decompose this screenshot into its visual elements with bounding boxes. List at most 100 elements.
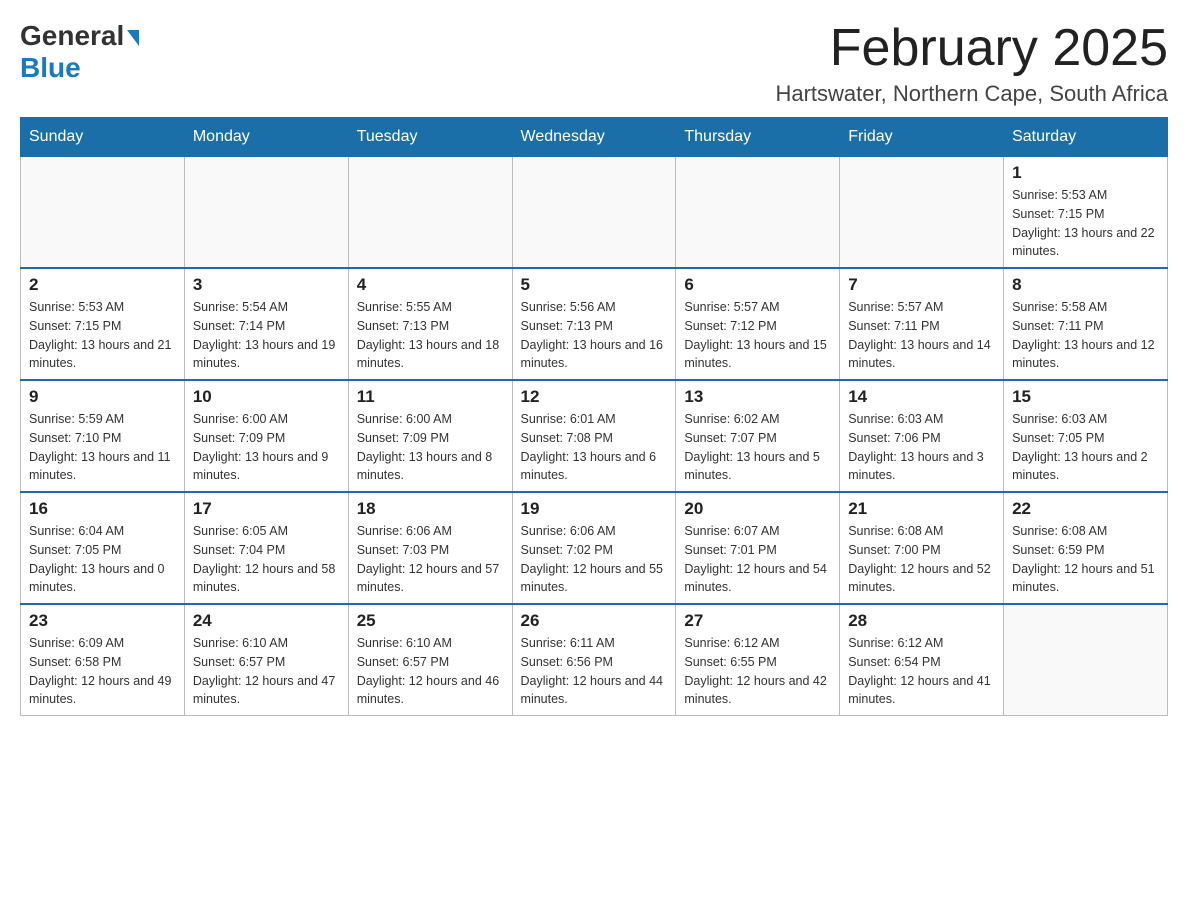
day-info: Sunrise: 6:02 AMSunset: 7:07 PMDaylight:… xyxy=(684,410,831,485)
day-number: 27 xyxy=(684,611,831,631)
day-info: Sunrise: 6:10 AMSunset: 6:57 PMDaylight:… xyxy=(357,634,504,709)
day-info: Sunrise: 5:57 AMSunset: 7:11 PMDaylight:… xyxy=(848,298,995,373)
calendar-header-friday: Friday xyxy=(840,118,1004,157)
calendar-cell xyxy=(512,157,676,269)
calendar-table: SundayMondayTuesdayWednesdayThursdayFrid… xyxy=(20,117,1168,716)
day-info: Sunrise: 6:03 AMSunset: 7:06 PMDaylight:… xyxy=(848,410,995,485)
calendar-cell xyxy=(1004,604,1168,716)
day-info: Sunrise: 6:12 AMSunset: 6:54 PMDaylight:… xyxy=(848,634,995,709)
day-info: Sunrise: 6:05 AMSunset: 7:04 PMDaylight:… xyxy=(193,522,340,597)
day-number: 17 xyxy=(193,499,340,519)
calendar-cell xyxy=(184,157,348,269)
day-info: Sunrise: 6:07 AMSunset: 7:01 PMDaylight:… xyxy=(684,522,831,597)
day-info: Sunrise: 6:08 AMSunset: 6:59 PMDaylight:… xyxy=(1012,522,1159,597)
calendar-cell: 24Sunrise: 6:10 AMSunset: 6:57 PMDayligh… xyxy=(184,604,348,716)
calendar-week-row-4: 16 Sunrise: 6:04 AMSunset: 7:05 PMDayligh… xyxy=(21,492,1168,604)
day-number: 19 xyxy=(521,499,668,519)
title-area: February 2025 Hartswater, Northern Cape,… xyxy=(775,20,1168,107)
day-number: 2 xyxy=(29,275,176,295)
calendar-cell: 6 Sunrise: 5:57 AMSunset: 7:12 PMDaylight… xyxy=(676,268,840,380)
calendar-cell: 9Sunrise: 5:59 AMSunset: 7:10 PMDaylight… xyxy=(21,380,185,492)
day-number: 4 xyxy=(357,275,504,295)
calendar-cell: 19 Sunrise: 6:06 AMSunset: 7:02 PMDayligh… xyxy=(512,492,676,604)
day-number: 8 xyxy=(1012,275,1159,295)
day-number: 20 xyxy=(684,499,831,519)
logo-general: General xyxy=(20,20,124,52)
calendar-cell: 2 Sunrise: 5:53 AMSunset: 7:15 PMDaylight… xyxy=(21,268,185,380)
calendar-cell: 11Sunrise: 6:00 AMSunset: 7:09 PMDayligh… xyxy=(348,380,512,492)
day-info: Sunrise: 5:53 AMSunset: 7:15 PMDaylight:… xyxy=(1012,186,1159,261)
calendar-week-row-2: 2 Sunrise: 5:53 AMSunset: 7:15 PMDaylight… xyxy=(21,268,1168,380)
calendar-header-tuesday: Tuesday xyxy=(348,118,512,157)
day-info: Sunrise: 6:06 AMSunset: 7:03 PMDaylight:… xyxy=(357,522,504,597)
calendar-cell: 18 Sunrise: 6:06 AMSunset: 7:03 PMDayligh… xyxy=(348,492,512,604)
day-number: 25 xyxy=(357,611,504,631)
calendar-header-thursday: Thursday xyxy=(676,118,840,157)
month-title: February 2025 xyxy=(775,20,1168,77)
day-info: Sunrise: 5:54 AMSunset: 7:14 PMDaylight:… xyxy=(193,298,340,373)
calendar-week-row-3: 9Sunrise: 5:59 AMSunset: 7:10 PMDaylight… xyxy=(21,380,1168,492)
day-info: Sunrise: 6:01 AMSunset: 7:08 PMDaylight:… xyxy=(521,410,668,485)
day-info: Sunrise: 6:06 AMSunset: 7:02 PMDaylight:… xyxy=(521,522,668,597)
calendar-header-monday: Monday xyxy=(184,118,348,157)
day-number: 28 xyxy=(848,611,995,631)
day-info: Sunrise: 6:12 AMSunset: 6:55 PMDaylight:… xyxy=(684,634,831,709)
calendar-cell: 23 Sunrise: 6:09 AMSunset: 6:58 PMDayligh… xyxy=(21,604,185,716)
logo: General Blue xyxy=(20,20,139,84)
calendar-week-row-1: 1 Sunrise: 5:53 AMSunset: 7:15 PMDaylight… xyxy=(21,157,1168,269)
logo-triangle-icon xyxy=(127,30,139,46)
calendar-header-sunday: Sunday xyxy=(21,118,185,157)
calendar-cell: 10Sunrise: 6:00 AMSunset: 7:09 PMDayligh… xyxy=(184,380,348,492)
page-header: General Blue February 2025 Hartswater, N… xyxy=(20,20,1168,107)
calendar-cell xyxy=(21,157,185,269)
calendar-cell xyxy=(348,157,512,269)
day-info: Sunrise: 6:09 AMSunset: 6:58 PMDaylight:… xyxy=(29,634,176,709)
calendar-cell: 26 Sunrise: 6:11 AMSunset: 6:56 PMDayligh… xyxy=(512,604,676,716)
calendar-cell: 16 Sunrise: 6:04 AMSunset: 7:05 PMDayligh… xyxy=(21,492,185,604)
calendar-header-row: SundayMondayTuesdayWednesdayThursdayFrid… xyxy=(21,118,1168,157)
day-info: Sunrise: 6:04 AMSunset: 7:05 PMDaylight:… xyxy=(29,522,176,597)
day-number: 13 xyxy=(684,387,831,407)
day-info: Sunrise: 6:03 AMSunset: 7:05 PMDaylight:… xyxy=(1012,410,1159,485)
calendar-cell: 14 Sunrise: 6:03 AMSunset: 7:06 PMDayligh… xyxy=(840,380,1004,492)
calendar-cell: 3Sunrise: 5:54 AMSunset: 7:14 PMDaylight… xyxy=(184,268,348,380)
day-number: 12 xyxy=(521,387,668,407)
day-number: 15 xyxy=(1012,387,1159,407)
day-info: Sunrise: 6:00 AMSunset: 7:09 PMDaylight:… xyxy=(357,410,504,485)
calendar-cell: 7 Sunrise: 5:57 AMSunset: 7:11 PMDaylight… xyxy=(840,268,1004,380)
location-title: Hartswater, Northern Cape, South Africa xyxy=(775,81,1168,107)
calendar-cell: 12 Sunrise: 6:01 AMSunset: 7:08 PMDayligh… xyxy=(512,380,676,492)
day-number: 5 xyxy=(521,275,668,295)
calendar-cell: 1 Sunrise: 5:53 AMSunset: 7:15 PMDaylight… xyxy=(1004,157,1168,269)
day-number: 21 xyxy=(848,499,995,519)
day-number: 14 xyxy=(848,387,995,407)
day-info: Sunrise: 5:57 AMSunset: 7:12 PMDaylight:… xyxy=(684,298,831,373)
calendar-cell: 8 Sunrise: 5:58 AMSunset: 7:11 PMDaylight… xyxy=(1004,268,1168,380)
day-number: 26 xyxy=(521,611,668,631)
day-number: 23 xyxy=(29,611,176,631)
day-number: 1 xyxy=(1012,163,1159,183)
calendar-cell: 22Sunrise: 6:08 AMSunset: 6:59 PMDayligh… xyxy=(1004,492,1168,604)
day-info: Sunrise: 6:10 AMSunset: 6:57 PMDaylight:… xyxy=(193,634,340,709)
day-info: Sunrise: 6:11 AMSunset: 6:56 PMDaylight:… xyxy=(521,634,668,709)
day-number: 18 xyxy=(357,499,504,519)
day-number: 6 xyxy=(684,275,831,295)
day-number: 10 xyxy=(193,387,340,407)
calendar-cell: 15 Sunrise: 6:03 AMSunset: 7:05 PMDayligh… xyxy=(1004,380,1168,492)
day-number: 7 xyxy=(848,275,995,295)
calendar-cell: 13 Sunrise: 6:02 AMSunset: 7:07 PMDayligh… xyxy=(676,380,840,492)
calendar-cell xyxy=(676,157,840,269)
calendar-cell: 17 Sunrise: 6:05 AMSunset: 7:04 PMDayligh… xyxy=(184,492,348,604)
calendar-cell: 4 Sunrise: 5:55 AMSunset: 7:13 PMDaylight… xyxy=(348,268,512,380)
calendar-week-row-5: 23 Sunrise: 6:09 AMSunset: 6:58 PMDayligh… xyxy=(21,604,1168,716)
day-info: Sunrise: 5:53 AMSunset: 7:15 PMDaylight:… xyxy=(29,298,176,373)
calendar-cell: 25 Sunrise: 6:10 AMSunset: 6:57 PMDayligh… xyxy=(348,604,512,716)
day-info: Sunrise: 5:55 AMSunset: 7:13 PMDaylight:… xyxy=(357,298,504,373)
calendar-cell: 21Sunrise: 6:08 AMSunset: 7:00 PMDayligh… xyxy=(840,492,1004,604)
logo-blue: Blue xyxy=(20,52,81,83)
day-number: 9 xyxy=(29,387,176,407)
calendar-cell: 27 Sunrise: 6:12 AMSunset: 6:55 PMDayligh… xyxy=(676,604,840,716)
day-info: Sunrise: 5:58 AMSunset: 7:11 PMDaylight:… xyxy=(1012,298,1159,373)
day-number: 16 xyxy=(29,499,176,519)
calendar-cell: 5Sunrise: 5:56 AMSunset: 7:13 PMDaylight… xyxy=(512,268,676,380)
